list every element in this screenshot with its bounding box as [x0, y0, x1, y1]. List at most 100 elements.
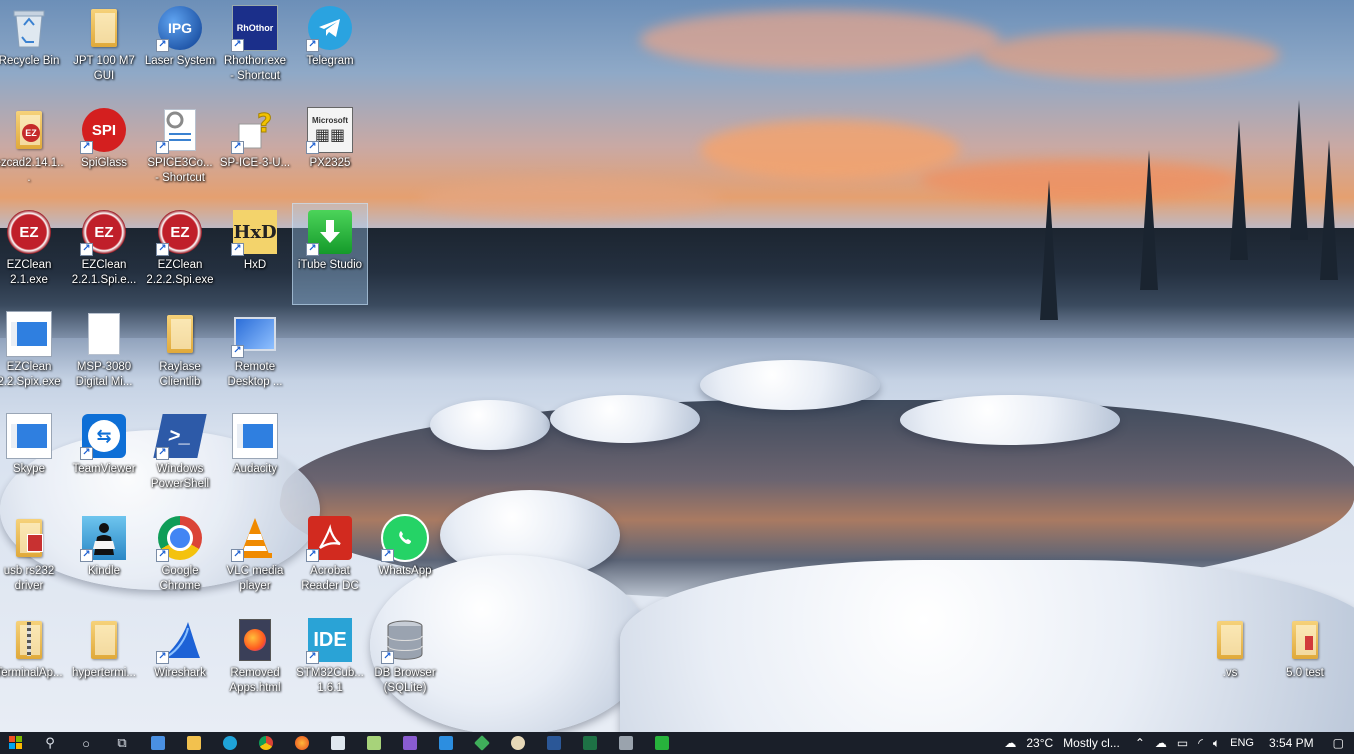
desktop-icon-dot-vs[interactable]: .vs	[1193, 612, 1267, 712]
notification-icon[interactable]: ▢	[1333, 736, 1344, 750]
desktop-icon-recycle-bin[interactable]: Recycle Bin	[0, 0, 66, 100]
desktop-icon-telegram[interactable]: ↗ Telegram	[293, 0, 367, 100]
desktop-icon-skype[interactable]: Skype	[0, 408, 66, 508]
volume-icon[interactable]: 🔈︎	[1213, 736, 1220, 751]
desktop-icon-stm32cubeide[interactable]: IDE ↗ STM32Cub... 1.6.1	[293, 612, 367, 712]
wallpaper-snow-mound	[700, 360, 880, 410]
weather-cloud-icon[interactable]: ☁	[1004, 736, 1016, 750]
taskbar-app-notepad[interactable]	[320, 732, 356, 754]
archive-folder-icon	[5, 514, 53, 562]
taskbar-app-file-explorer[interactable]	[176, 732, 212, 754]
icon-label: SPICE3Co... - Shortcut	[147, 157, 213, 184]
desktop-icon-laser-system[interactable]: IPG ↗ Laser System	[143, 0, 217, 100]
language-indicator[interactable]: ENG	[1230, 737, 1254, 749]
wallpaper-tree	[1140, 150, 1158, 290]
cortana-button[interactable]: ○	[68, 732, 104, 754]
desktop[interactable]: Recycle Bin JPT 100 M7 GUI IPG ↗ Laser Sy…	[0, 0, 1354, 732]
battery-icon[interactable]: ▭	[1177, 736, 1188, 750]
shortcut-arrow-icon: ↗	[381, 651, 394, 664]
desktop-icon-hxd[interactable]: HxD ↗ HxD	[218, 204, 292, 304]
icon-label: EZClean 2.2.1.Spi.e...	[71, 259, 137, 286]
database-icon: ↗	[381, 616, 429, 664]
taskbar-app-git[interactable]	[464, 732, 500, 754]
weather-temperature[interactable]: 23°C	[1026, 736, 1053, 750]
icon-label: WhatsApp	[378, 565, 432, 577]
icon-label: HxD	[243, 259, 267, 271]
icon-label: SP-ICE-3-U...	[219, 157, 291, 169]
task-view-button[interactable]: ⧉	[104, 732, 140, 754]
desktop-icon-acrobat-reader-dc[interactable]: ↗ Acrobat Reader DC	[293, 510, 367, 610]
desktop-icon-itube-studio[interactable]: ↗ iTube Studio	[292, 203, 368, 305]
taskbar-app-contacts[interactable]	[140, 732, 176, 754]
desktop-icon-windows-powershell[interactable]: >_ ↗ Windows PowerShell	[143, 408, 217, 508]
icon-label: TeamViewer	[72, 463, 136, 475]
whatsapp-icon: ↗	[381, 514, 429, 562]
download-arrow-icon: ↗	[306, 208, 354, 256]
desktop-icon-remote-desktop[interactable]: ↗ Remote Desktop ...	[218, 306, 292, 406]
desktop-icon-ezclean-2-2-2[interactable]: EZ ↗ EZClean 2.2.2.Spi.exe	[143, 204, 217, 304]
desktop-icon-usb-rs232-driver[interactable]: usb rs232 driver	[0, 510, 66, 610]
taskbar-app-calculator[interactable]	[608, 732, 644, 754]
desktop-icon-spiglass[interactable]: SPI ↗ SpiGlass	[67, 102, 141, 202]
taskbar-app-word[interactable]	[536, 732, 572, 754]
desktop-icon-spice3-config[interactable]: ↗ SPICE3Co... - Shortcut	[143, 102, 217, 202]
taskbar-app-firefox[interactable]	[284, 732, 320, 754]
acrobat-pdf-icon: ↗	[306, 514, 354, 562]
desktop-icon-5-0-test[interactable]: 5.0 test	[1268, 612, 1342, 712]
application-window-icon	[5, 310, 53, 358]
desktop-icon-jpt-100-m7-gui[interactable]: JPT 100 M7 GUI	[67, 0, 141, 100]
desktop-icon-ezclean-2-2-1[interactable]: EZ ↗ EZClean 2.2.1.Spi.e...	[67, 204, 141, 304]
application-window-icon	[5, 412, 53, 460]
desktop-icon-kindle[interactable]: ↗ Kindle	[67, 510, 141, 610]
taskbar-app-paint[interactable]	[500, 732, 536, 754]
desktop-icon-audacity[interactable]: Audacity	[218, 408, 292, 508]
desktop-icon-teamviewer[interactable]: ⇆ ↗ TeamViewer	[67, 408, 141, 508]
shortcut-arrow-icon: ↗	[231, 243, 244, 256]
icon-label: Google Chrome	[159, 565, 201, 592]
icon-label: hypertermi...	[72, 667, 136, 679]
taskbar-app-edge[interactable]	[212, 732, 248, 754]
taskbar-app-chrome[interactable]	[248, 732, 284, 754]
start-button[interactable]	[0, 732, 32, 754]
taskbar-app-vscode[interactable]	[428, 732, 464, 754]
desktop-icon-hyperterminal[interactable]: hypertermi...	[67, 612, 141, 712]
icon-label: iTube Studio	[297, 259, 363, 271]
desktop-icon-msp-3080[interactable]: MSP-3080 Digital Mi...	[67, 306, 141, 406]
wifi-icon[interactable]: ◜	[1198, 736, 1203, 750]
desktop-icon-px2325[interactable]: Microsoft ▦▦ ↗ PX2325	[293, 102, 367, 202]
icon-label: 5.0 test	[1286, 667, 1324, 679]
desktop-icon-sp-ice-3-u[interactable]: ? ↗ SP-ICE-3-U...	[218, 102, 292, 202]
folder-icon	[1281, 616, 1329, 664]
icon-label: Audacity	[232, 463, 278, 475]
desktop-icon-ezcad[interactable]: EZ ezcad2.14.1...	[0, 102, 66, 202]
desktop-icon-wireshark[interactable]: ↗ Wireshark	[143, 612, 217, 712]
desktop-icon-vlc-media-player[interactable]: ↗ VLC media player	[218, 510, 292, 610]
taskbar: ⚲ ○ ⧉ ☁ 23°C Mostly cl... ⌃ ☁ ▭ ◜ 🔈︎ ENG…	[0, 732, 1354, 754]
clock[interactable]: 3:54 PM	[1269, 736, 1314, 750]
search-button[interactable]: ⚲	[32, 732, 68, 754]
taskbar-app-itube-studio[interactable]	[644, 732, 680, 754]
desktop-icon-google-chrome[interactable]: ↗ Google Chrome	[143, 510, 217, 610]
desktop-icon-whatsapp[interactable]: ↗ WhatsApp	[368, 510, 442, 610]
icon-label: Removed Apps.html	[229, 667, 281, 694]
wallpaper-cloud	[420, 180, 720, 220]
desktop-icon-raylase-clientlib[interactable]: Raylase Clientlib	[143, 306, 217, 406]
chevron-up-icon[interactable]: ⌃	[1135, 736, 1145, 750]
help-question-icon: ? ↗	[231, 106, 279, 154]
desktop-icon-ezclean-2-1[interactable]: EZ EZClean 2.1.exe	[0, 204, 66, 304]
taskbar-app-visual-studio[interactable]	[392, 732, 428, 754]
desktop-icon-removed-apps-html[interactable]: Removed Apps.html	[218, 612, 292, 712]
desktop-icon-terminalap[interactable]: TerminalAp...	[0, 612, 66, 712]
desktop-icon-ezclean-2-2-spix[interactable]: EZClean 2.2.Spix.exe	[0, 306, 66, 406]
shortcut-arrow-icon: ↗	[156, 651, 169, 664]
wallpaper-cloud	[640, 10, 1000, 70]
desktop-icon-db-browser-sqlite[interactable]: ↗ DB Browser (SQLite)	[368, 612, 442, 712]
icon-label: usb rs232 driver	[3, 565, 55, 592]
onedrive-cloud-icon[interactable]: ☁	[1155, 736, 1167, 750]
taskbar-app-excel[interactable]	[572, 732, 608, 754]
taskbar-app-notepad-plus[interactable]	[356, 732, 392, 754]
desktop-icon-rhothor[interactable]: RhOthor ↗ Rhothor.exe - Shortcut	[218, 0, 292, 100]
folder-icon	[80, 4, 128, 52]
weather-description[interactable]: Mostly cl...	[1063, 736, 1120, 750]
circle-icon: ○	[82, 735, 90, 751]
